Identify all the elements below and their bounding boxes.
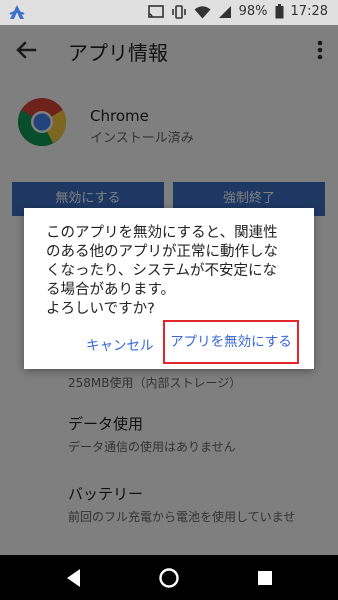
confirm-disable-button[interactable]: アプリを無効にする <box>163 320 299 364</box>
navigation-bar <box>0 555 338 600</box>
nav-recents-icon[interactable] <box>251 564 279 592</box>
vibrate-icon <box>171 4 186 19</box>
battery-icon <box>275 4 284 19</box>
dialog-message-line: このアプリを無効にすると、関連性 <box>46 225 278 241</box>
dialog-message: このアプリを無効にすると、関連性 のある他のアプリが正常に動作しな くなったり、… <box>46 224 301 319</box>
dialog-message-line: くなったり、システムが不安定にな <box>46 263 277 279</box>
status-bar: 98% 17:28 <box>0 0 338 25</box>
nav-back-icon[interactable] <box>60 564 88 592</box>
nav-home-icon[interactable] <box>155 564 183 592</box>
cast-icon <box>147 4 164 18</box>
notification-a-icon <box>9 5 25 19</box>
clock: 17:28 <box>290 4 328 19</box>
dialog-message-line: よろしいですか? <box>46 301 155 317</box>
disable-app-dialog: このアプリを無効にすると、関連性 のある他のアプリが正常に動作しな くなったり、… <box>24 208 314 369</box>
signal-icon <box>218 5 231 18</box>
cancel-button[interactable]: キャンセル <box>86 334 154 354</box>
dialog-message-line: のある他のアプリが正常に動作しな <box>46 244 278 260</box>
dialog-message-line: る場合があります。 <box>46 282 176 298</box>
wifi-icon <box>194 5 211 18</box>
battery-percent: 98% <box>238 4 268 19</box>
